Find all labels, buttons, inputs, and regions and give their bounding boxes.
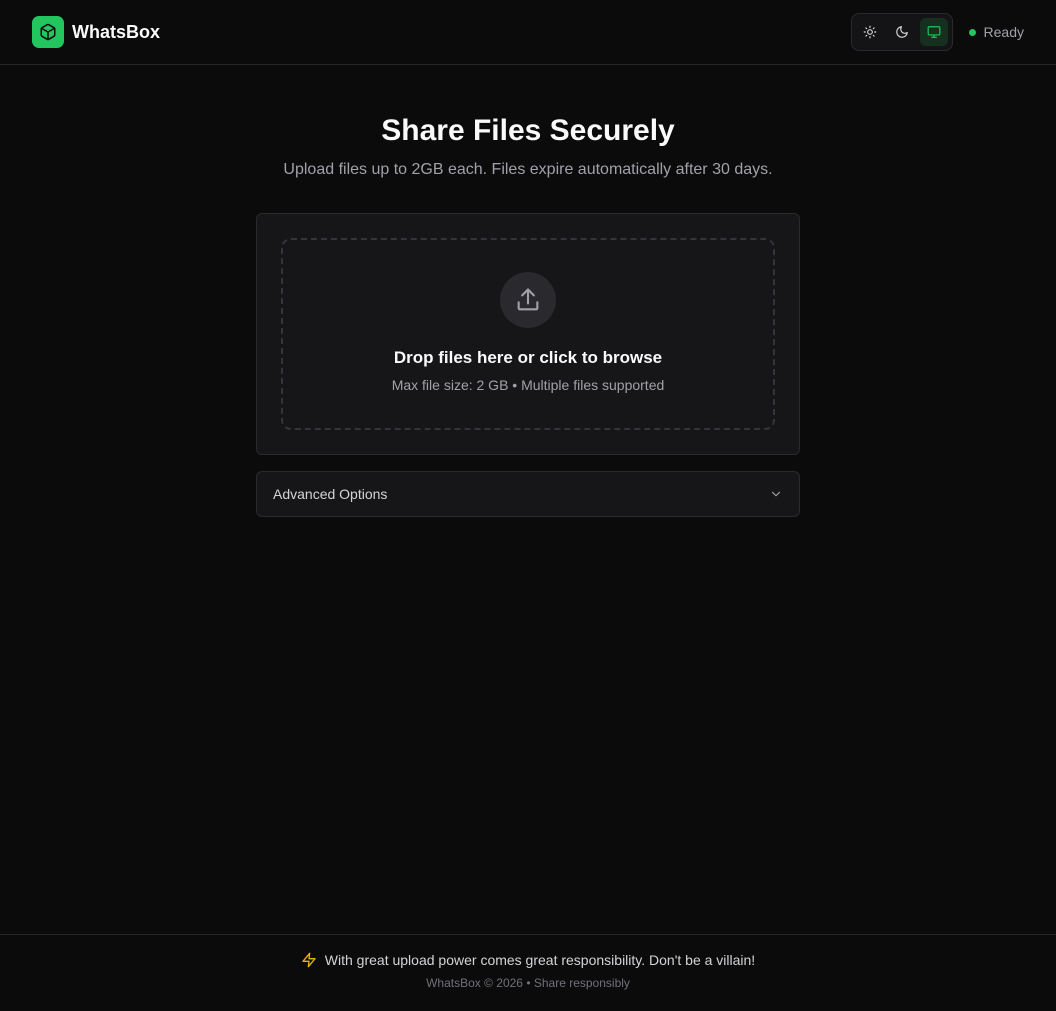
theme-dark-button[interactable] (888, 18, 916, 46)
brand[interactable]: WhatsBox (32, 16, 160, 48)
brand-name: WhatsBox (72, 21, 161, 42)
upload-icon-container (500, 272, 556, 328)
app-header: WhatsBox Ready (0, 0, 1056, 65)
upload-icon (517, 288, 539, 311)
upload-card: Drop files here or click to browse Max f… (256, 213, 800, 455)
page-title: Share Files Securely (381, 114, 675, 147)
footer-message: With great upload power comes great resp… (0, 952, 1056, 968)
theme-light-button[interactable] (856, 18, 884, 46)
status-dot (968, 28, 976, 36)
file-dropzone[interactable]: Drop files here or click to browse Max f… (281, 238, 775, 430)
theme-switcher (850, 13, 953, 51)
advanced-options-label: Advanced Options (273, 486, 388, 502)
dropzone-title: Drop files here or click to browse (393, 348, 663, 367)
page-subtitle: Upload files up to 2GB each. Files expir… (283, 161, 773, 178)
monitor-icon (927, 26, 940, 38)
app-footer: With great upload power comes great resp… (0, 934, 1056, 1011)
sun-icon (863, 25, 876, 39)
status-text: Ready (983, 24, 1024, 40)
theme-system-button[interactable] (919, 18, 948, 46)
advanced-options-toggle[interactable]: Advanced Options (256, 471, 800, 517)
dropzone-subtitle: Max file size: 2 GB • Multiple files sup… (391, 377, 665, 393)
hero: Share Files Securely Upload files up to … (0, 112, 1056, 179)
lightning-icon (302, 952, 316, 968)
status-indicator: Ready (968, 24, 1024, 40)
moon-icon (895, 26, 908, 38)
chevron-down-icon (769, 487, 783, 501)
footer-message-text: With great upload power comes great resp… (324, 952, 756, 968)
header-actions: Ready (850, 13, 1024, 51)
box-icon (32, 16, 64, 48)
footer-copyright: WhatsBox © 2026 • Share responsibly (426, 976, 630, 990)
